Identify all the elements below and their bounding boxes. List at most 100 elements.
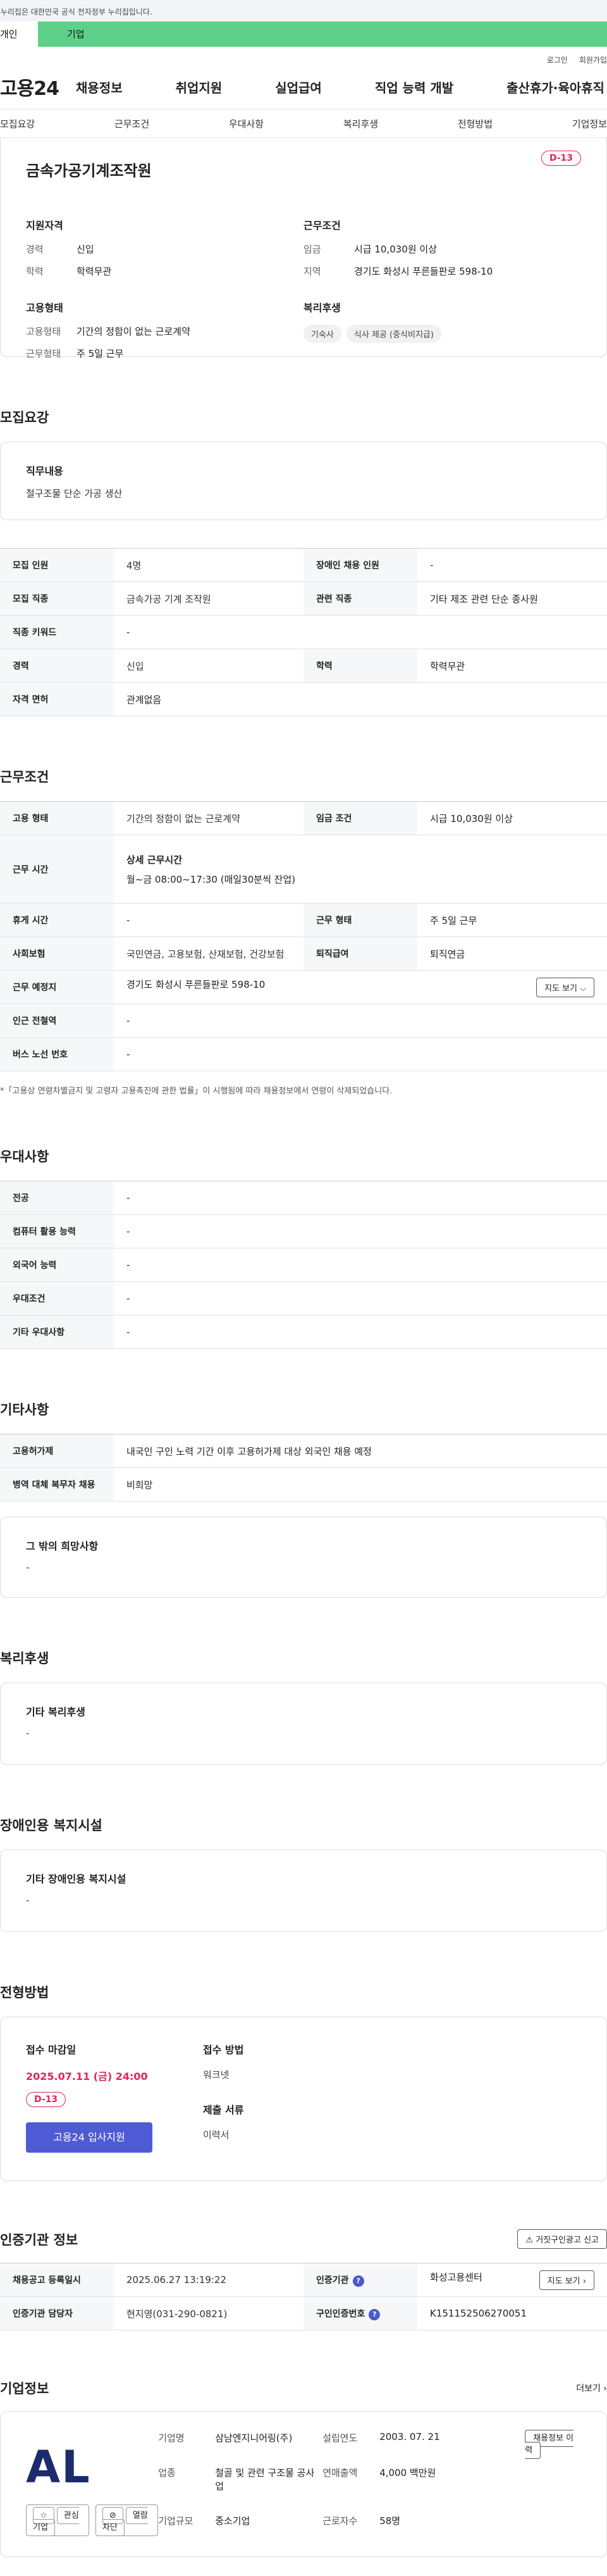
welfare-section-heading: 복리후생 — [0, 1651, 49, 1666]
user-type-tabs: 개인 기업 — [0, 22, 607, 47]
login-link[interactable]: 로그인 — [547, 54, 568, 65]
table-row: 자격 면허 관계없음 — [0, 682, 607, 716]
history-button[interactable]: 채용정보 이력 — [525, 2430, 574, 2459]
disabled-box: 기타 장애인용 복지시설 - — [0, 1850, 607, 1932]
section-nav-work[interactable]: 근무조건 — [114, 117, 149, 130]
more-link[interactable]: 더보기 › — [576, 2382, 607, 2394]
cert-map-button[interactable]: 지도 보기 › — [539, 2270, 594, 2290]
report-button[interactable]: ⚠ 거짓구인광고 신고 — [517, 2229, 607, 2249]
help-icon[interactable]: ? — [352, 2275, 364, 2287]
table-row: 우대조건 - — [0, 1281, 607, 1316]
cell-label: 전공 — [0, 1181, 114, 1215]
help-icon[interactable]: ? — [369, 2308, 381, 2320]
apply-button[interactable]: 고용24 입사지원 — [26, 2122, 152, 2153]
label: 지역 — [304, 266, 321, 277]
gnb-item-benefit[interactable]: 실업급여 — [275, 78, 322, 96]
cell-label: 고용 형태 — [0, 801, 114, 835]
welfare-chip: 기숙사 — [304, 325, 341, 343]
value: 경기도 화성시 푸른들판로 598-10 — [354, 266, 493, 277]
cell-value: 상세 근무시간 월~금 08:00~17:30 (매일30분씩 잔업) — [114, 835, 607, 904]
value: 학력무관 — [77, 266, 112, 277]
welfare-chip: 식사 제공 (중식비지급) — [346, 325, 441, 343]
table-row: 외국어 능력 - — [0, 1248, 607, 1282]
gnb-item-leave[interactable]: 출산휴가·육아휴직 — [506, 78, 604, 96]
section-nav-recruit[interactable]: 모집요강 — [0, 117, 35, 130]
block-button[interactable]: ⊘ 열람차단 — [95, 2504, 159, 2536]
docs-value: 이력서 — [203, 2129, 230, 2141]
section-nav-welfare[interactable]: 복리후생 — [343, 117, 378, 130]
cell-value: 시급 10,030원 이상 — [417, 801, 607, 835]
duty-box: 직무내용 철구조물 단순 가공 생산 — [0, 442, 607, 520]
cell-label: 휴게 시간 — [0, 903, 114, 937]
recruit-table: 모집 인원 4명 장애인 채용 인원 - 모집 직종 금속가공 기계 조작원 관련 직종 기… — [0, 548, 607, 716]
gov-banner: 이 누리집은 대한민국 공식 전자정부 누리집입니다. — [0, 0, 607, 22]
table-row: 전공 - — [0, 1181, 607, 1215]
docs-label: 제출 서류 — [203, 2104, 244, 2116]
cell-value: 국민연금, 고용보험, 산재보험, 건강보험 — [114, 936, 304, 971]
disabled-value: - — [26, 1895, 30, 1906]
map-button-label: 지도 보기 — [544, 983, 577, 993]
disabled-heading: 장애인용 복지시설 — [0, 1818, 102, 1833]
company-size: 중소기업 — [215, 2515, 250, 2527]
map-button[interactable]: 지도 보기 ⌵ — [536, 977, 594, 997]
other-wish-box: 그 밖의 희망사항 - — [0, 1517, 607, 1598]
more-link-label: 더보기 — [576, 2384, 601, 2394]
cell-label-text: 구인인증번호 — [316, 2308, 365, 2319]
section-nav-apply[interactable]: 전형방법 — [458, 117, 493, 130]
cell-label: 관련 직종 — [304, 582, 417, 616]
gnb-item-support[interactable]: 취업지원 — [176, 78, 223, 96]
utility-menu: 로그인 회원가입 — [0, 47, 607, 65]
table-row: 사회보험 국민연금, 고용보험, 산재보험, 건강보험 퇴직급여 퇴직연금 — [0, 936, 607, 971]
company-logo: AL — [26, 2441, 91, 2493]
site-logo[interactable]: 고용24 — [0, 73, 76, 101]
cell-label: 근무 시간 — [0, 835, 114, 904]
job-title: 금속가공기계조작원 — [26, 162, 152, 180]
table-row: 근무 예정지 경기도 화성시 푸른들판로 598-10 지도 보기 ⌵ — [0, 970, 607, 1004]
job-summary-card: 금속가공기계조작원 D-13 지원자격 경력 신입 학력 학력무관 고용형태 고용형… — [0, 138, 607, 359]
cell-value: - — [114, 1315, 607, 1349]
cell-value: 내국인 구인 노력 기간 이후 고용허가제 대상 외국인 채용 예정 — [114, 1434, 607, 1468]
section-nav-pref[interactable]: 우대사항 — [229, 117, 264, 130]
cell-label: 퇴직급여 — [304, 936, 417, 971]
cell-label-text: 인증기관 — [316, 2275, 349, 2286]
apply-heading: 전형방법 — [0, 1985, 49, 2000]
duty-label: 직무내용 — [26, 465, 63, 477]
tab-company[interactable]: 기업 — [38, 22, 126, 47]
cell-value: 주 5일 근무 — [417, 903, 607, 937]
section-nav-company[interactable]: 기업정보 — [572, 117, 607, 130]
dday-badge: D-13 — [26, 2092, 66, 2107]
table-row: 버스 노선 번호 - — [0, 1037, 607, 1071]
cell-value: 관계없음 — [114, 682, 607, 716]
label: 기업규모 — [158, 2515, 193, 2527]
gnb-menu: 채용정보 취업지원 실업급여 직업 능력 개발 출산휴가·육아휴직 — [76, 78, 607, 96]
work-heading: 근무조건 — [0, 769, 49, 785]
employment-type-heading: 고용형태 — [26, 302, 63, 314]
label: 업종 — [158, 2467, 176, 2479]
cell-value: - — [417, 548, 607, 582]
cell-value: 기타 제조 관련 단순 종사원 — [417, 582, 607, 616]
label: 기업명 — [158, 2432, 185, 2444]
cell-label: 경력 — [0, 649, 114, 683]
pref-heading: 우대사항 — [0, 1149, 49, 1164]
chevron-right-icon: › — [603, 2384, 607, 2394]
cell-label: 버스 노선 번호 — [0, 1037, 114, 1071]
cell-value: - — [114, 1004, 607, 1038]
duty-value: 철구조물 단순 가공 생산 — [26, 488, 123, 499]
tab-personal[interactable]: 개인 — [0, 22, 38, 47]
table-row: 고용허가제 내국인 구인 노력 기간 이후 고용허가제 대상 외국인 채용 예정 — [0, 1434, 607, 1468]
table-row: 직종 키워드 - — [0, 615, 607, 649]
cell-label: 컴퓨터 활용 능력 — [0, 1214, 114, 1248]
chevron-down-icon: ⌵ — [580, 983, 586, 993]
gnb-item-training[interactable]: 직업 능력 개발 — [375, 78, 453, 96]
cell-value: 화성고용센터 지도 보기 › — [417, 2263, 607, 2297]
cell-value: 학력무관 — [417, 649, 607, 683]
section-nav: 모집요강 근무조건 우대사항 복리후생 전형방법 기업정보 — [0, 109, 607, 138]
gnb-item-jobs[interactable]: 채용정보 — [76, 78, 123, 96]
cell-value-text: 화성고용센터 — [430, 2271, 482, 2283]
cell-value: 기간의 정함이 없는 근로계약 — [114, 801, 304, 835]
favorite-button[interactable]: ☆ 관심기업 — [26, 2504, 89, 2536]
cell-value: - — [114, 1281, 607, 1316]
cell-label: 채용공고 등록일시 — [0, 2263, 114, 2297]
table-row: 모집 직종 금속가공 기계 조작원 관련 직종 기타 제조 관련 단순 종사원 — [0, 582, 607, 616]
signup-link[interactable]: 회원가입 — [579, 54, 607, 65]
